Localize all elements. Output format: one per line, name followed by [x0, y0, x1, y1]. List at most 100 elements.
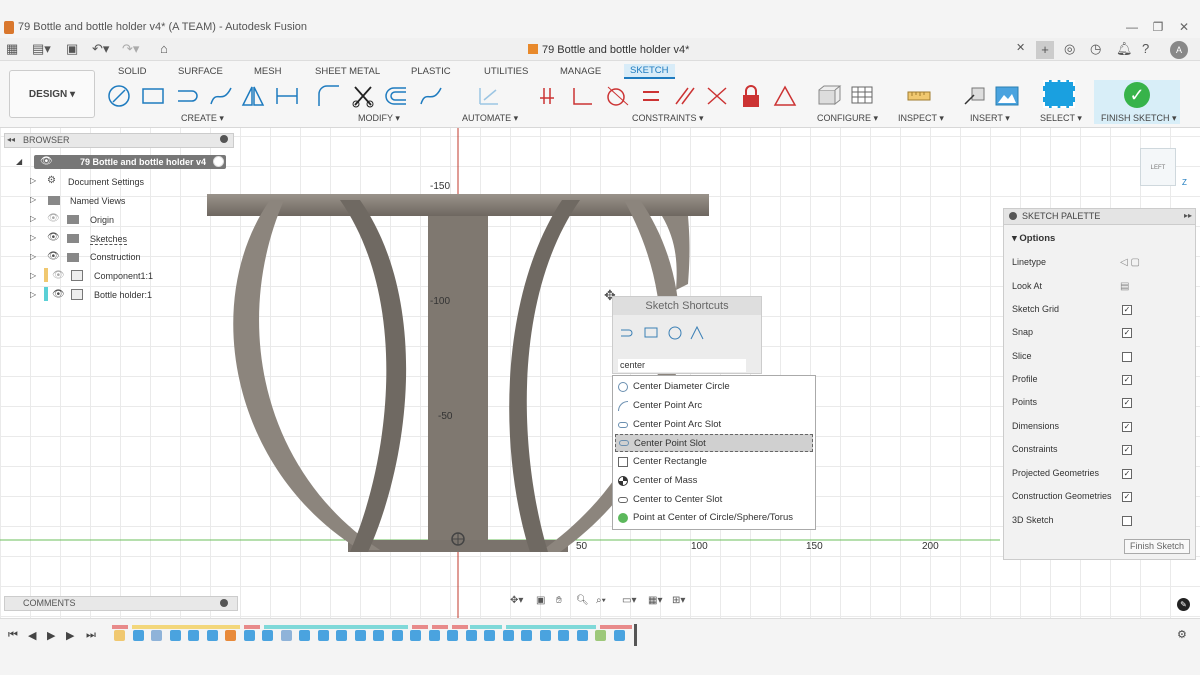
- eye-icon[interactable]: 👁︎: [52, 289, 65, 300]
- timeline-feature-icon[interactable]: [114, 630, 125, 641]
- assistant-icon[interactable]: ✎: [1177, 598, 1190, 611]
- expand-icon[interactable]: ▷: [30, 290, 36, 299]
- options-section-header[interactable]: ▾ Options: [1012, 233, 1055, 244]
- tab-solid[interactable]: SOLID: [118, 66, 147, 77]
- create-group-label[interactable]: CREATE ▾: [181, 113, 224, 124]
- spline-icon[interactable]: [208, 84, 234, 108]
- timeline-end-icon[interactable]: ⏭: [86, 629, 96, 642]
- table-icon[interactable]: [850, 84, 876, 108]
- coincident-icon[interactable]: [536, 84, 562, 108]
- comments-panel-header[interactable]: COMMENTS: [4, 596, 238, 611]
- list-item[interactable]: Center of Mass: [615, 472, 813, 490]
- timeline-feature-icon[interactable]: [317, 630, 329, 641]
- sketch-curve-icon[interactable]: [418, 84, 444, 108]
- expand-icon[interactable]: ▷: [30, 252, 36, 261]
- expand-icon[interactable]: ▷: [30, 195, 36, 204]
- line-icon[interactable]: [106, 84, 132, 108]
- palette-checkbox[interactable]: ✓: [1122, 492, 1132, 502]
- dimension-icon[interactable]: [274, 84, 300, 108]
- timeline-feature-icon[interactable]: [243, 630, 255, 641]
- look-at-icon[interactable]: ▤: [1120, 281, 1129, 292]
- timeline-next-icon[interactable]: ▶: [66, 629, 74, 642]
- home-icon[interactable]: ⌂: [160, 41, 168, 56]
- trim-icon[interactable]: [350, 84, 376, 108]
- minimize-icon[interactable]: —: [1122, 20, 1142, 34]
- timeline-feature-icon[interactable]: [576, 630, 588, 641]
- timeline-feature-icon[interactable]: [595, 630, 606, 641]
- insert-derive-icon[interactable]: [962, 84, 988, 108]
- tab-surface[interactable]: SURFACE: [178, 66, 223, 77]
- eye-icon[interactable]: 👁︎: [47, 232, 60, 243]
- redo-icon[interactable]: ↷▾: [122, 41, 139, 57]
- timeline-feature-icon[interactable]: [354, 630, 366, 641]
- notifications-icon[interactable]: 🔔︎: [1116, 41, 1133, 57]
- constraints-group-label[interactable]: CONSTRAINTS ▾: [632, 113, 704, 124]
- timeline-feature-icon[interactable]: [558, 630, 569, 641]
- browser-item-component1[interactable]: Component1:1: [94, 271, 153, 281]
- rectangle-icon[interactable]: [140, 84, 166, 108]
- modify-group-label[interactable]: MODIFY ▾: [358, 113, 400, 124]
- extensions-icon[interactable]: ◎: [1064, 41, 1075, 57]
- tangent-icon[interactable]: [604, 84, 630, 108]
- activate-radio-icon[interactable]: [213, 156, 224, 167]
- close-icon[interactable]: ✕: [1174, 20, 1194, 34]
- viewports-icon[interactable]: ⊞▾: [672, 595, 685, 606]
- browser-item-bottle-holder[interactable]: Bottle holder:1: [94, 290, 152, 300]
- eye-hidden-icon[interactable]: 👁︎: [47, 213, 60, 224]
- list-item-selected[interactable]: Center Point Slot: [615, 434, 813, 452]
- fillet-icon[interactable]: [316, 84, 342, 108]
- timeline-feature-icon[interactable]: [502, 630, 514, 641]
- finish-sketch-button[interactable]: Finish Sketch: [1124, 539, 1190, 554]
- zoom-window-icon[interactable]: ⌕▾: [596, 595, 606, 606]
- help-icon[interactable]: ?: [1142, 41, 1149, 56]
- save-icon[interactable]: ▣: [66, 41, 78, 57]
- pan-icon[interactable]: ✋︎: [556, 595, 562, 606]
- browser-item-document-settings[interactable]: Document Settings: [68, 177, 144, 187]
- browser-pin-icon[interactable]: [220, 135, 228, 143]
- timeline-feature-icon[interactable]: [465, 630, 477, 641]
- palette-checkbox[interactable]: ✓: [1122, 469, 1132, 479]
- eye-icon[interactable]: 👁︎: [47, 251, 60, 262]
- timeline-feature-icon[interactable]: [206, 630, 218, 641]
- palette-checkbox[interactable]: [1122, 516, 1132, 526]
- tab-mesh[interactable]: MESH: [254, 66, 281, 77]
- shortcut-search-input[interactable]: center: [618, 359, 746, 372]
- offset-icon[interactable]: [384, 84, 410, 108]
- tab-manage[interactable]: MANAGE: [560, 66, 601, 77]
- file-menu-icon[interactable]: ▤▾: [32, 41, 51, 57]
- parallel-icon[interactable]: [672, 84, 698, 108]
- shortcut-icons[interactable]: [619, 325, 709, 341]
- checkmark-icon[interactable]: ✓: [1124, 82, 1150, 108]
- close-tab-icon[interactable]: ✕: [1016, 41, 1025, 54]
- look-at-icon[interactable]: ▣: [536, 595, 545, 606]
- eye-hidden-icon[interactable]: 👁︎: [52, 270, 65, 281]
- collapse-browser-icon[interactable]: ◂◂: [7, 135, 15, 144]
- timeline-feature-icon[interactable]: [373, 630, 384, 641]
- automate-icon[interactable]: [476, 84, 502, 108]
- tab-plastic[interactable]: PLASTIC: [411, 66, 451, 77]
- timeline-feature-icon[interactable]: [188, 630, 199, 641]
- select-icon[interactable]: [1043, 80, 1075, 108]
- slot-icon[interactable]: [174, 84, 200, 108]
- browser-item-sketches[interactable]: Sketches: [90, 234, 128, 245]
- configure-icon[interactable]: [816, 84, 842, 108]
- expand-root-icon[interactable]: ◢: [16, 157, 22, 166]
- browser-item-named-views[interactable]: Named Views: [70, 196, 125, 206]
- inspect-group-label[interactable]: INSPECT ▾: [898, 113, 944, 124]
- workspace-switcher-button[interactable]: DESIGN ▾: [9, 70, 95, 118]
- job-status-icon[interactable]: ◷: [1090, 41, 1101, 57]
- timeline-feature-icon[interactable]: [428, 630, 440, 641]
- timeline-prev-icon[interactable]: ◀: [28, 629, 36, 642]
- perpendicular-icon[interactable]: [704, 84, 730, 108]
- expand-icon[interactable]: ▷: [30, 271, 36, 280]
- timeline-feature-icon[interactable]: [539, 630, 551, 641]
- palette-checkbox[interactable]: ✓: [1122, 398, 1132, 408]
- palette-checkbox[interactable]: [1122, 352, 1132, 362]
- expand-icon[interactable]: ▷: [30, 176, 36, 185]
- browser-panel-header[interactable]: BROWSER: [4, 133, 234, 148]
- palette-checkbox[interactable]: ✓: [1122, 422, 1132, 432]
- timeline-feature-icon[interactable]: [151, 630, 162, 641]
- maximize-icon[interactable]: ❐: [1148, 20, 1168, 34]
- comments-add-icon[interactable]: [220, 599, 228, 607]
- document-tab[interactable]: 79 Bottle and bottle holder v4*: [528, 44, 689, 56]
